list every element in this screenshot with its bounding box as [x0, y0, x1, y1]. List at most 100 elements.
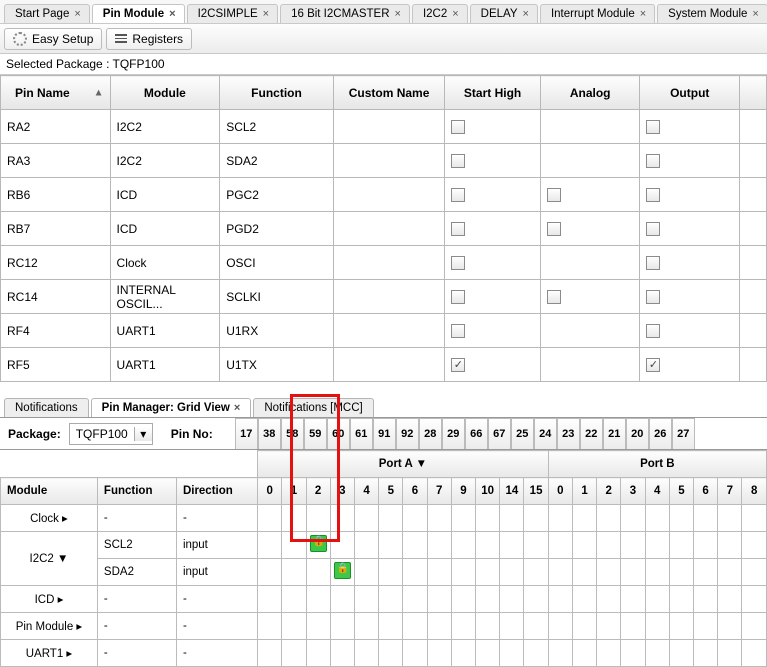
grid-cell[interactable]: [451, 532, 475, 559]
grid-cell[interactable]: [258, 613, 282, 640]
col-module[interactable]: Module: [110, 76, 220, 110]
grid-cell[interactable]: [645, 559, 669, 586]
grid-cell[interactable]: [306, 613, 330, 640]
grid-cell[interactable]: [427, 640, 451, 667]
bit-header[interactable]: 4: [645, 478, 669, 505]
tab-i2c2[interactable]: I2C2×: [412, 4, 468, 23]
grid-cell[interactable]: [476, 532, 500, 559]
checkbox[interactable]: [451, 154, 465, 168]
grid-cell[interactable]: [718, 532, 742, 559]
grid-cell[interactable]: [621, 532, 645, 559]
grid-cell[interactable]: [330, 586, 354, 613]
grid-cell[interactable]: [451, 640, 475, 667]
grid-cell[interactable]: [306, 505, 330, 532]
registers-button[interactable]: Registers: [106, 28, 192, 50]
grid-cell[interactable]: [524, 586, 548, 613]
grid-cell[interactable]: [524, 640, 548, 667]
bit-header[interactable]: 5: [669, 478, 693, 505]
port-b-header[interactable]: Port B: [548, 451, 766, 478]
bit-header[interactable]: 6: [694, 478, 718, 505]
grid-cell[interactable]: [354, 559, 378, 586]
grid-cell[interactable]: [718, 640, 742, 667]
pin-no-cell[interactable]: 60: [327, 418, 350, 449]
grid-cell[interactable]: [306, 532, 330, 559]
grid-cell[interactable]: [379, 586, 403, 613]
close-icon[interactable]: ×: [169, 8, 175, 20]
grid-cell[interactable]: [572, 559, 596, 586]
pin-no-cell[interactable]: 66: [465, 418, 488, 449]
easy-setup-button[interactable]: Easy Setup: [4, 28, 102, 50]
bit-header[interactable]: 8: [742, 478, 767, 505]
table-row[interactable]: RC14INTERNAL OSCIL...SCLKI: [1, 280, 767, 314]
grid-cell[interactable]: [548, 532, 572, 559]
grid-cell[interactable]: [500, 613, 524, 640]
pin-no-cell[interactable]: 24: [534, 418, 557, 449]
grid-cell[interactable]: [451, 505, 475, 532]
grid-cell[interactable]: [258, 559, 282, 586]
table-row[interactable]: RB7ICDPGD2: [1, 212, 767, 246]
grid-cell[interactable]: [282, 613, 306, 640]
grid-cell[interactable]: [572, 532, 596, 559]
grid-cell[interactable]: [718, 586, 742, 613]
grid-cell[interactable]: [524, 505, 548, 532]
pin-no-cell[interactable]: 21: [603, 418, 626, 449]
grid-cell[interactable]: [306, 559, 330, 586]
grid-cell[interactable]: [742, 586, 767, 613]
checkbox[interactable]: [646, 154, 660, 168]
bottom-tab-notifications-mcc-[interactable]: Notifications [MCC]: [253, 398, 373, 417]
close-icon[interactable]: ×: [640, 8, 646, 20]
table-row[interactable]: RA2I2C2SCL2: [1, 110, 767, 144]
bottom-tab-pin-manager-grid-view[interactable]: Pin Manager: Grid View×: [91, 398, 252, 417]
grid-cell[interactable]: [282, 532, 306, 559]
checkbox[interactable]: [646, 188, 660, 202]
grid-cell[interactable]: [282, 559, 306, 586]
bit-header[interactable]: 1: [572, 478, 596, 505]
checkbox[interactable]: [547, 188, 561, 202]
grid-cell[interactable]: [403, 640, 427, 667]
close-icon[interactable]: ×: [752, 8, 758, 20]
grid-cell[interactable]: [258, 586, 282, 613]
grid-cell[interactable]: [597, 586, 621, 613]
bit-header[interactable]: 3: [330, 478, 354, 505]
checkbox[interactable]: [451, 256, 465, 270]
grid-cell[interactable]: [694, 586, 718, 613]
grid-cell[interactable]: [500, 532, 524, 559]
grid-cell[interactable]: [645, 613, 669, 640]
checkbox[interactable]: [547, 222, 561, 236]
grid-cell[interactable]: [500, 586, 524, 613]
grid-cell[interactable]: [427, 505, 451, 532]
table-row[interactable]: RB6ICDPGC2: [1, 178, 767, 212]
grid-cell[interactable]: [694, 532, 718, 559]
grid-cell[interactable]: [258, 532, 282, 559]
checkbox[interactable]: [646, 290, 660, 304]
pin-no-cell[interactable]: 17: [235, 418, 258, 449]
table-row[interactable]: RA3I2C2SDA2: [1, 144, 767, 178]
grid-cell[interactable]: [427, 586, 451, 613]
module-cell[interactable]: ICD ▸: [1, 586, 98, 613]
grid-cell[interactable]: [669, 640, 693, 667]
col-function[interactable]: Function: [220, 76, 334, 110]
pin-no-cell[interactable]: 61: [350, 418, 373, 449]
module-cell[interactable]: UART1 ▸: [1, 640, 98, 667]
grid-cell[interactable]: [379, 559, 403, 586]
grid-cell[interactable]: [645, 586, 669, 613]
col-custom-name[interactable]: Custom Name: [333, 76, 445, 110]
grid-cell[interactable]: [548, 586, 572, 613]
grid-cell[interactable]: [500, 640, 524, 667]
grid-cell[interactable]: [742, 640, 767, 667]
close-icon[interactable]: ×: [452, 8, 458, 20]
bit-header[interactable]: 6: [403, 478, 427, 505]
grid-cell[interactable]: [669, 559, 693, 586]
bit-header[interactable]: 2: [306, 478, 330, 505]
checkbox[interactable]: [451, 358, 465, 372]
grid-cell[interactable]: [354, 640, 378, 667]
grid-cell[interactable]: [476, 586, 500, 613]
grid-cell[interactable]: [354, 586, 378, 613]
grid-cell[interactable]: [282, 586, 306, 613]
grid-cell[interactable]: [621, 613, 645, 640]
grid-cell[interactable]: [669, 532, 693, 559]
grid-cell[interactable]: [476, 559, 500, 586]
close-icon[interactable]: ×: [234, 402, 240, 414]
module-cell[interactable]: I2C2 ▼: [1, 532, 98, 586]
grid-cell[interactable]: [742, 559, 767, 586]
